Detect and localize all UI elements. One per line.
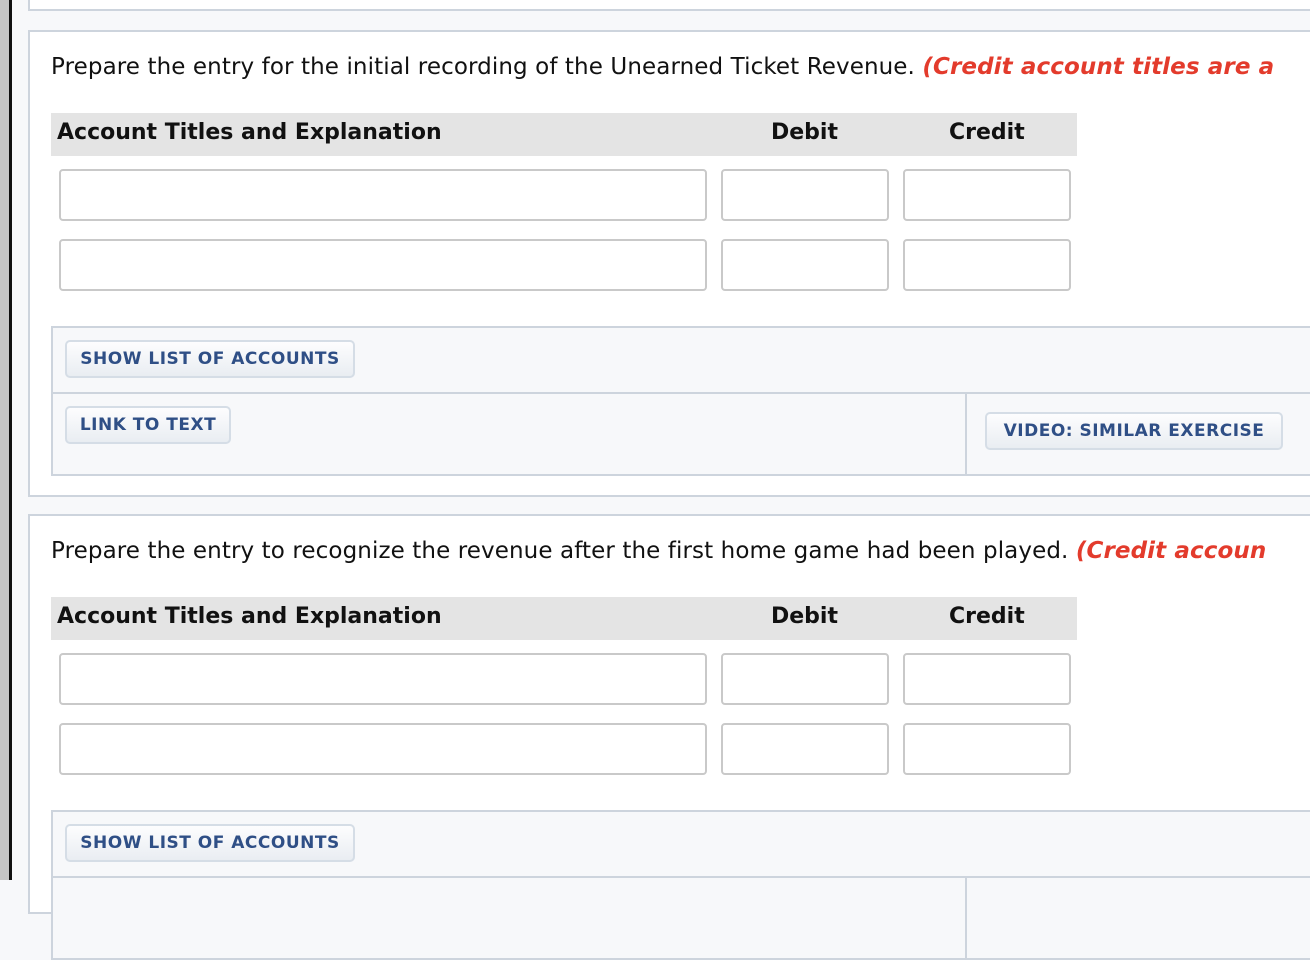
- credit-input[interactable]: [903, 723, 1071, 775]
- journal-table-header: Account Titles and Explanation Debit Cre…: [51, 597, 1077, 640]
- header-credit: Credit: [949, 604, 1025, 629]
- resources-toolbar: [51, 876, 1310, 960]
- journal-table-header: Account Titles and Explanation Debit Cre…: [51, 113, 1077, 156]
- prompt-text: Prepare the entry to recognize the reven…: [51, 538, 1069, 564]
- debit-input[interactable]: [721, 723, 889, 775]
- credit-input[interactable]: [903, 239, 1071, 291]
- question-prompt: Prepare the entry for the initial record…: [51, 54, 1274, 80]
- left-scrollbar[interactable]: [0, 0, 9, 880]
- debit-input[interactable]: [721, 653, 889, 705]
- accounts-toolbar: SHOW LIST OF ACCOUNTS: [51, 326, 1310, 394]
- header-credit: Credit: [949, 120, 1025, 145]
- debit-input[interactable]: [721, 169, 889, 221]
- accounts-toolbar: SHOW LIST OF ACCOUNTS: [51, 810, 1310, 878]
- account-title-input[interactable]: [59, 653, 707, 705]
- question-prompt: Prepare the entry to recognize the reven…: [51, 538, 1266, 564]
- prompt-text: Prepare the entry for the initial record…: [51, 54, 915, 80]
- header-account-titles: Account Titles and Explanation: [57, 120, 442, 145]
- toolbar-divider: [965, 878, 967, 958]
- instruction-note: (Credit account titles are a: [922, 54, 1275, 80]
- toolbar-divider: [965, 394, 967, 474]
- journal-entry-panel-2: Prepare the entry to recognize the reven…: [28, 514, 1310, 960]
- link-to-text-button[interactable]: LINK TO TEXT: [65, 406, 231, 444]
- journal-entry-panel-1: Prepare the entry for the initial record…: [28, 30, 1310, 497]
- resources-toolbar: LINK TO TEXT VIDEO: SIMILAR EXERCISE: [51, 392, 1310, 476]
- instruction-note: (Credit accoun: [1075, 538, 1267, 564]
- show-list-of-accounts-button[interactable]: SHOW LIST OF ACCOUNTS: [65, 340, 355, 378]
- credit-input[interactable]: [903, 169, 1071, 221]
- debit-input[interactable]: [721, 239, 889, 291]
- previous-panel: [28, 0, 1310, 11]
- header-debit: Debit: [771, 604, 838, 629]
- video-similar-exercise-button[interactable]: VIDEO: SIMILAR EXERCISE: [985, 412, 1283, 450]
- account-title-input[interactable]: [59, 169, 707, 221]
- header-account-titles: Account Titles and Explanation: [57, 604, 442, 629]
- account-title-input[interactable]: [59, 723, 707, 775]
- account-title-input[interactable]: [59, 239, 707, 291]
- credit-input[interactable]: [903, 653, 1071, 705]
- show-list-of-accounts-button[interactable]: SHOW LIST OF ACCOUNTS: [65, 824, 355, 862]
- left-divider: [9, 0, 12, 880]
- header-debit: Debit: [771, 120, 838, 145]
